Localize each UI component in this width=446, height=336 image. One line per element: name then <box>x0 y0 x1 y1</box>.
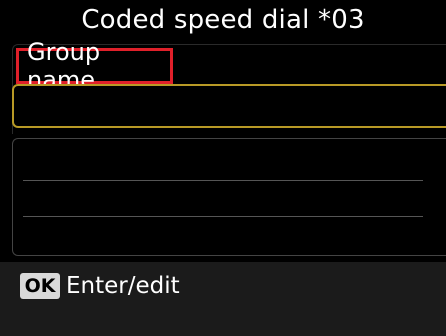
group-name-label: Group name <box>16 38 173 94</box>
enter-edit-label: Enter/edit <box>66 273 180 299</box>
list-item[interactable] <box>23 179 423 217</box>
enter-edit-hint: OK Enter/edit <box>20 272 180 300</box>
footer-bar: OK Enter/edit <box>0 262 446 336</box>
ok-button-icon: OK <box>20 273 60 299</box>
member-list <box>12 138 446 256</box>
list-item[interactable] <box>23 143 423 181</box>
screen-title: Coded speed dial *03 <box>81 5 365 35</box>
group-name-field[interactable] <box>12 84 446 128</box>
list-item[interactable] <box>23 215 423 253</box>
printer-lcd-screen: Coded speed dial *03 Group name OK Enter… <box>0 0 446 336</box>
